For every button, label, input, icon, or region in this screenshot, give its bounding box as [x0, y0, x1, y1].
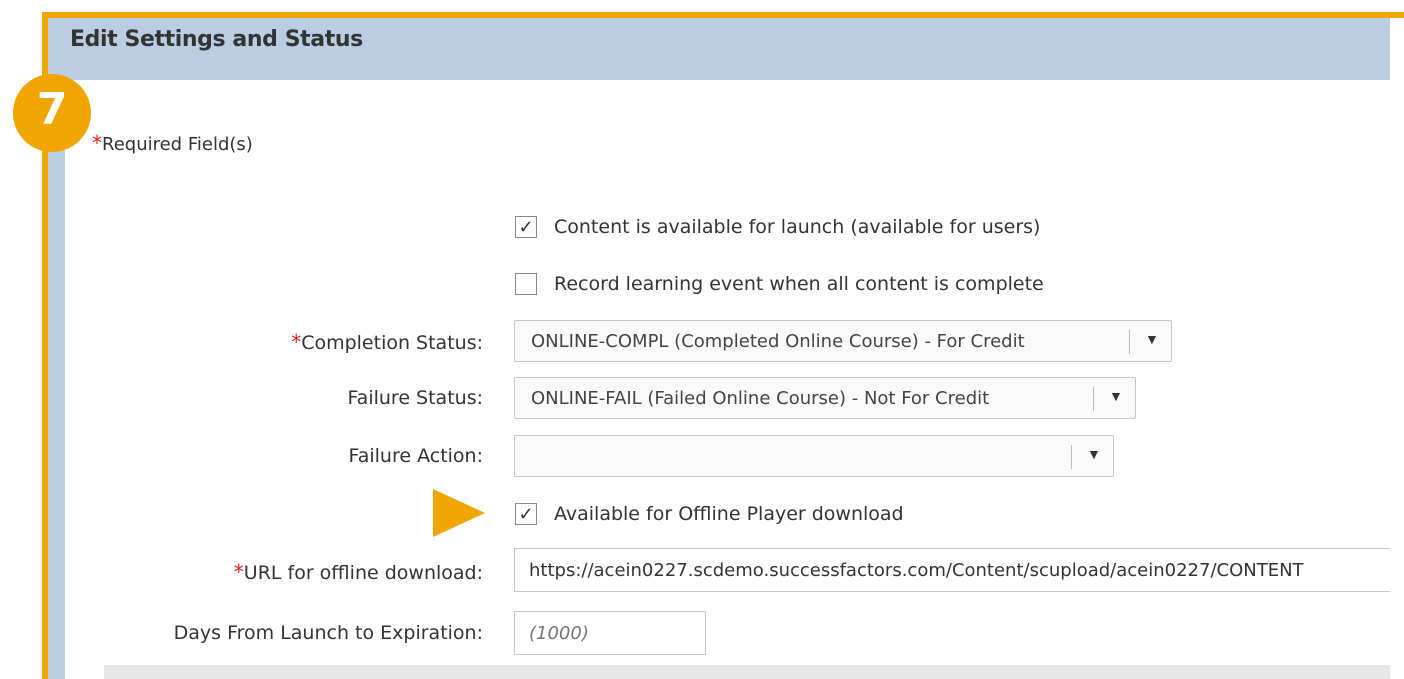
pointer-arrow-icon	[433, 489, 485, 537]
days-expiration-label: Days From Launch to Expiration:	[173, 622, 483, 644]
completion-status-label: *Completion Status:	[291, 330, 483, 354]
required-star: *	[291, 330, 302, 354]
content-available-checkbox[interactable]: ✓	[515, 216, 537, 238]
chevron-down-icon[interactable]: ▼	[1145, 331, 1159, 347]
select-divider	[1071, 445, 1072, 469]
right-edge-clip	[1390, 18, 1404, 679]
chevron-down-icon[interactable]: ▼	[1087, 446, 1101, 462]
failure-status-label: Failure Status:	[347, 387, 484, 409]
select-divider	[1129, 330, 1130, 354]
completion-status-select[interactable]: ONLINE-COMPL (Completed Online Course) -…	[514, 320, 1172, 362]
days-expiration-input[interactable]	[514, 611, 706, 655]
required-star: *	[92, 131, 102, 155]
offline-url-label: *URL for offline download:	[234, 560, 483, 584]
offline-url-input[interactable]	[514, 548, 1404, 592]
failure-action-select[interactable]: ▼	[514, 435, 1114, 477]
days-expiration-field[interactable]	[515, 612, 705, 654]
failure-status-select[interactable]: ONLINE-FAIL (Failed Online Course) - Not…	[514, 377, 1136, 419]
completion-status-label-text: Completion Status:	[301, 332, 483, 354]
failure-action-label: Failure Action:	[348, 445, 483, 467]
record-learning-checkbox[interactable]	[515, 273, 537, 295]
offline-url-field[interactable]	[515, 549, 1403, 591]
required-fields-note: *Required Field(s)	[92, 131, 253, 155]
select-divider	[1093, 387, 1094, 411]
section-left-strip	[48, 80, 65, 679]
offline-download-label: Available for Offline Player download	[554, 503, 904, 525]
chevron-down-icon[interactable]: ▼	[1109, 388, 1123, 404]
offline-download-row: ✓ Available for Offline Player download	[515, 503, 904, 525]
required-star: *	[233, 560, 244, 584]
record-learning-label: Record learning event when all content i…	[554, 273, 1044, 295]
required-note-text: Required Field(s)	[102, 134, 253, 155]
content-available-row: ✓ Content is available for launch (avail…	[515, 216, 1040, 238]
failure-status-value: ONLINE-FAIL (Failed Online Course) - Not…	[531, 388, 990, 409]
section-title: Edit Settings and Status	[70, 27, 363, 52]
offline-download-checkbox[interactable]: ✓	[515, 503, 537, 525]
completion-status-value: ONLINE-COMPL (Completed Online Course) -…	[531, 331, 1025, 352]
offline-url-label-text: URL for offline download:	[243, 562, 483, 584]
bottom-panel	[104, 665, 1390, 679]
step-number-badge: 7	[13, 74, 91, 152]
content-available-label: Content is available for launch (availab…	[554, 216, 1041, 238]
record-learning-row: Record learning event when all content i…	[515, 273, 1044, 295]
